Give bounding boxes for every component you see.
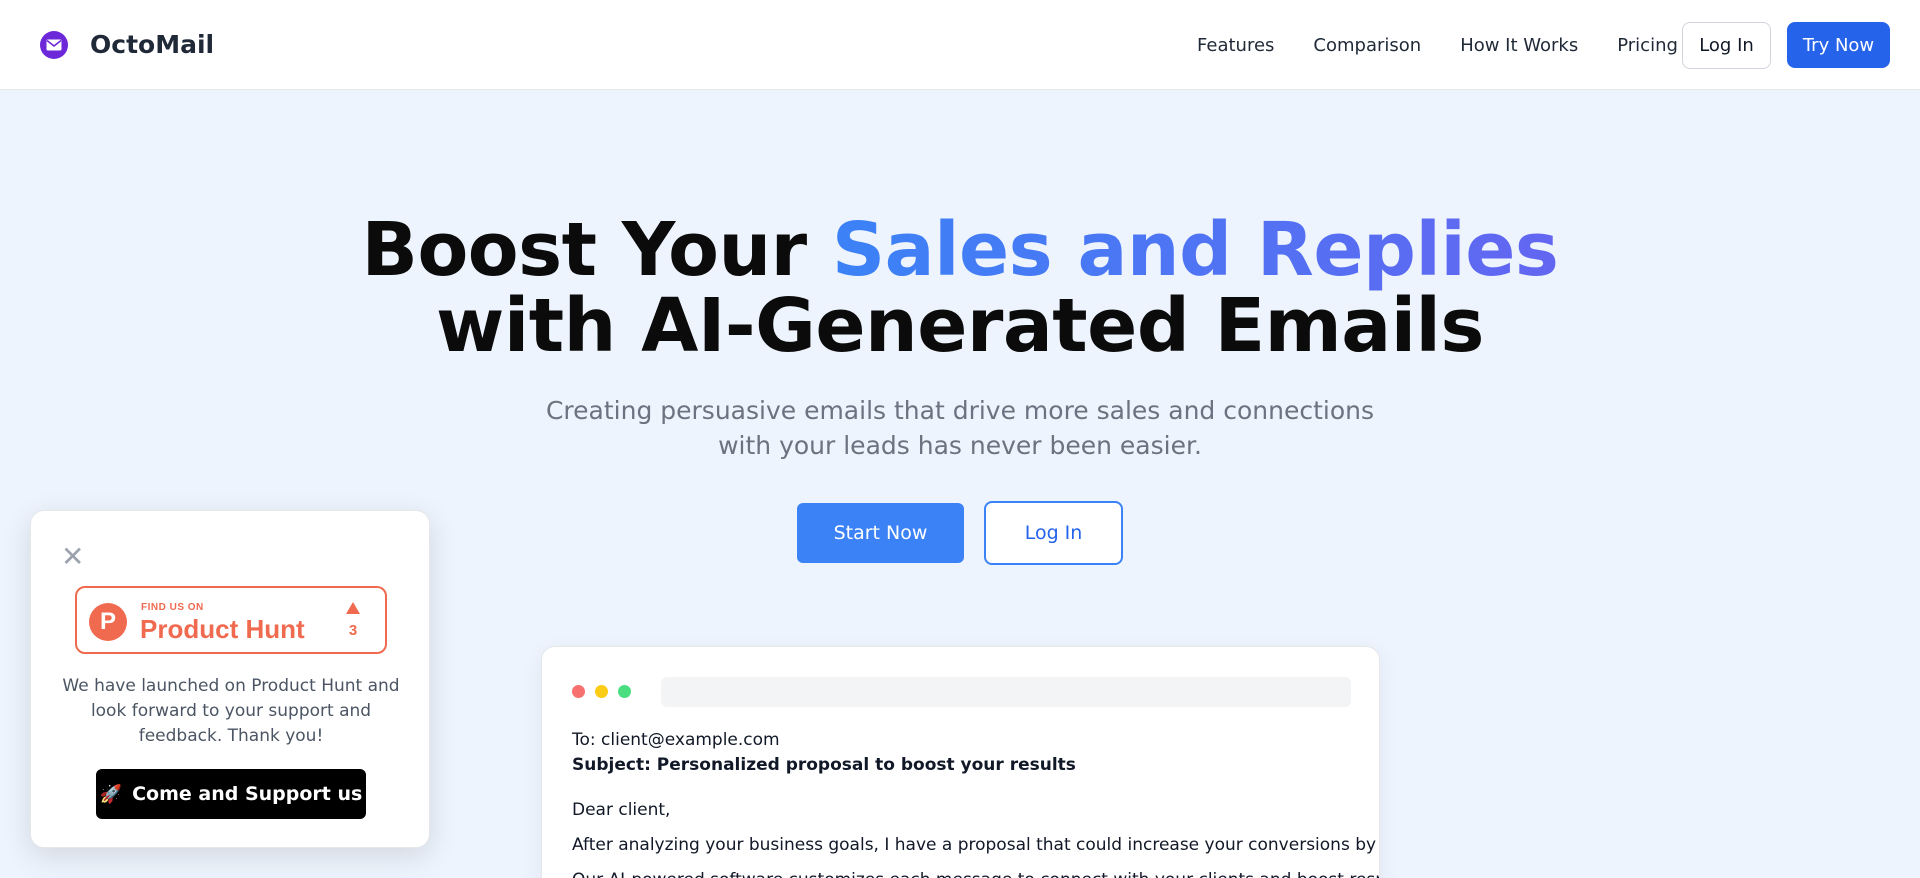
top-nav-bar: OctoMail Features Comparison How It Work… [0, 0, 1920, 90]
product-hunt-logo-icon: P [89, 603, 127, 641]
upvote-count: 3 [348, 622, 358, 639]
popup-message: We have launched on Product Hunt and loo… [62, 676, 400, 746]
nav-comparison-link[interactable]: Comparison [1313, 35, 1421, 56]
try-now-button[interactable]: Try Now [1787, 22, 1890, 68]
header-login-button[interactable]: Log In [1682, 22, 1771, 69]
window-close-dot [572, 685, 585, 698]
nav-pricing-link[interactable]: Pricing [1617, 35, 1678, 56]
support-us-button[interactable]: 🚀 Come and Support us [96, 769, 366, 819]
email-to: To: client@example.com [572, 730, 780, 750]
upvote-arrow-icon [346, 602, 360, 614]
email-body-line-2: Our AI-powered software customizes each … [572, 870, 1379, 878]
start-now-button[interactable]: Start Now [797, 503, 964, 563]
badge-title: Product Hunt [140, 614, 305, 644]
product-hunt-popup: ✕ P FIND US ON Product Hunt 3 We have la… [30, 510, 430, 848]
window-maximize-dot [618, 685, 631, 698]
email-body-line-1: After analyzing your business goals, I h… [572, 835, 1380, 855]
close-icon[interactable]: ✕ [61, 543, 84, 571]
rocket-icon: 🚀 [99, 783, 123, 805]
support-us-label: Come and Support us [132, 783, 363, 805]
hero-title: Boost Your Sales and Replies with AI-Gen… [0, 212, 1920, 364]
product-hunt-badge[interactable]: P FIND US ON Product Hunt 3 [75, 586, 387, 654]
main-nav: Features Comparison How It Works Pricing [1197, 35, 1717, 56]
nav-features-link[interactable]: Features [1197, 35, 1274, 56]
mail-icon [40, 30, 68, 59]
badge-caption: FIND US ON [141, 602, 204, 613]
email-preview-window: To: client@example.com Subject: Personal… [541, 646, 1380, 878]
email-greeting: Dear client, [572, 800, 671, 820]
hero-login-button[interactable]: Log In [984, 501, 1123, 565]
brand-name: OctoMail [90, 30, 215, 59]
hero-title-start: Boost Your [361, 207, 832, 293]
hero-subtitle: Creating persuasive emails that drive mo… [545, 396, 1375, 460]
brand-logo[interactable]: OctoMail [40, 30, 214, 59]
address-bar [661, 677, 1351, 707]
email-subject: Subject: Personalized proposal to boost … [572, 755, 1076, 775]
hero-title-accent: Sales and Replies [831, 207, 1559, 293]
window-minimize-dot [595, 685, 608, 698]
hero-title-line2: with AI-Generated Emails [436, 283, 1484, 369]
nav-how-it-works-link[interactable]: How It Works [1460, 35, 1578, 56]
